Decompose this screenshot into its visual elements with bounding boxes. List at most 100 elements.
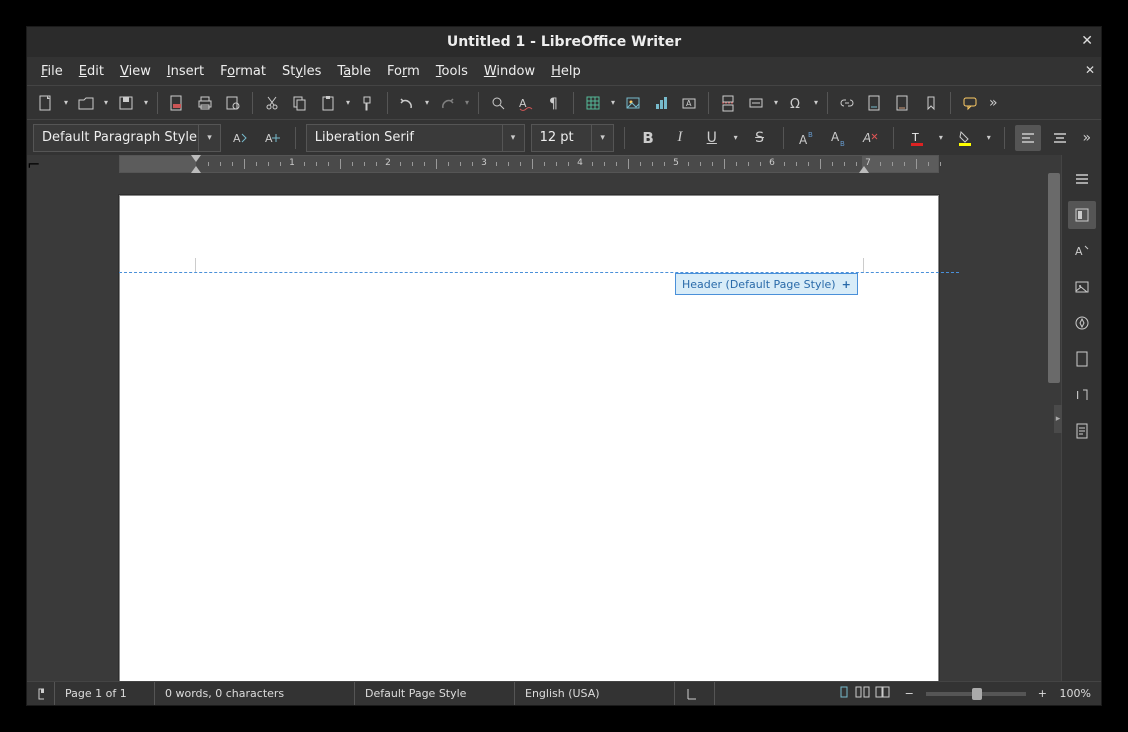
- open-button[interactable]: [73, 90, 99, 116]
- redo-button[interactable]: [434, 90, 460, 116]
- copy-button[interactable]: [287, 90, 313, 116]
- new-button[interactable]: [33, 90, 59, 116]
- sidebar-styles-button[interactable]: A: [1068, 237, 1096, 265]
- bold-button[interactable]: B: [635, 125, 661, 151]
- find-button[interactable]: [485, 90, 511, 116]
- hyperlink-button[interactable]: [834, 90, 860, 116]
- sidebar-page-button[interactable]: [1068, 345, 1096, 373]
- menu-styles[interactable]: Styles: [274, 60, 329, 83]
- horizontal-ruler[interactable]: 1234567: [119, 155, 939, 173]
- endnote-button[interactable]: [890, 90, 916, 116]
- insert-table-dropdown[interactable]: [608, 98, 618, 107]
- clear-format-button[interactable]: A: [857, 125, 883, 151]
- subscript-button[interactable]: AB: [825, 125, 851, 151]
- cut-button[interactable]: [259, 90, 285, 116]
- menu-window[interactable]: Window: [476, 60, 543, 83]
- italic-button[interactable]: I: [667, 125, 693, 151]
- font-name-dropdown[interactable]: [502, 125, 524, 151]
- update-style-button[interactable]: A: [227, 125, 253, 151]
- word-count-label[interactable]: 0 words, 0 characters: [155, 682, 355, 705]
- undo-button[interactable]: [394, 90, 420, 116]
- document-close-button[interactable]: ✕: [1085, 63, 1095, 77]
- page-style-label[interactable]: Default Page Style: [355, 682, 515, 705]
- page-count-label[interactable]: Page 1 of 1: [55, 682, 155, 705]
- menu-help[interactable]: Help: [543, 60, 589, 83]
- multi-page-view-button[interactable]: [855, 685, 871, 702]
- insert-image-button[interactable]: [620, 90, 646, 116]
- menu-insert[interactable]: Insert: [159, 60, 212, 83]
- menu-view[interactable]: View: [112, 60, 159, 83]
- menu-edit[interactable]: Edit: [71, 60, 112, 83]
- save-dropdown[interactable]: [141, 98, 151, 107]
- first-line-indent-marker[interactable]: [191, 155, 201, 162]
- sidebar-expand-handle[interactable]: ▸: [1054, 405, 1062, 433]
- align-center-button[interactable]: [1047, 125, 1073, 151]
- window-close-button[interactable]: ✕: [1081, 33, 1093, 49]
- hanging-indent-marker[interactable]: [191, 166, 201, 173]
- zoom-slider-knob[interactable]: [972, 688, 982, 700]
- insert-field-button[interactable]: [743, 90, 769, 116]
- sidebar-manage-changes-button[interactable]: [1068, 417, 1096, 445]
- zoom-in-button[interactable]: +: [1034, 687, 1051, 700]
- header-tooltip[interactable]: Header (Default Page Style) +: [675, 273, 858, 295]
- font-name-combo[interactable]: Liberation Serif: [306, 124, 525, 152]
- font-size-dropdown[interactable]: [591, 125, 613, 151]
- formatting-marks-button[interactable]: ¶: [541, 90, 567, 116]
- toolbar-overflow-button[interactable]: »: [985, 95, 1002, 111]
- menu-file[interactable]: File: [33, 60, 71, 83]
- clone-format-button[interactable]: [355, 90, 381, 116]
- undo-dropdown[interactable]: [422, 98, 432, 107]
- special-char-button[interactable]: Ω: [783, 90, 809, 116]
- menu-table[interactable]: Table: [329, 60, 379, 83]
- sidebar-properties-button[interactable]: [1068, 201, 1096, 229]
- sidebar-navigator-button[interactable]: [1068, 309, 1096, 337]
- font-color-dropdown[interactable]: [936, 133, 946, 142]
- save-status-icon[interactable]: [27, 682, 55, 705]
- book-view-button[interactable]: [875, 685, 891, 702]
- menu-form[interactable]: Form: [379, 60, 428, 83]
- new-style-button[interactable]: A: [259, 125, 285, 151]
- underline-button[interactable]: U: [699, 125, 725, 151]
- highlight-dropdown[interactable]: [984, 133, 994, 142]
- open-dropdown[interactable]: [101, 98, 111, 107]
- paste-dropdown[interactable]: [343, 98, 353, 107]
- sidebar-menu-button[interactable]: [1068, 165, 1096, 193]
- zoom-out-button[interactable]: −: [901, 687, 918, 700]
- language-label[interactable]: English (USA): [515, 682, 675, 705]
- bookmark-button[interactable]: [918, 90, 944, 116]
- comment-button[interactable]: [957, 90, 983, 116]
- underline-dropdown[interactable]: [731, 133, 741, 142]
- insert-mode-label[interactable]: [675, 682, 715, 705]
- formatting-overflow-button[interactable]: »: [1078, 130, 1095, 146]
- font-size-combo[interactable]: 12 pt: [531, 124, 615, 152]
- menu-format[interactable]: Format: [212, 60, 274, 83]
- sidebar-style-inspector-button[interactable]: I: [1068, 381, 1096, 409]
- font-color-button[interactable]: T: [904, 125, 930, 151]
- print-button[interactable]: [192, 90, 218, 116]
- redo-dropdown[interactable]: [462, 98, 472, 107]
- document-page[interactable]: [119, 195, 939, 681]
- insert-textbox-button[interactable]: A: [676, 90, 702, 116]
- align-left-button[interactable]: [1015, 125, 1041, 151]
- superscript-button[interactable]: AB: [794, 125, 820, 151]
- menu-tools[interactable]: Tools: [428, 60, 476, 83]
- zoom-percent-label[interactable]: 100%: [1051, 682, 1101, 705]
- save-button[interactable]: [113, 90, 139, 116]
- paste-button[interactable]: [315, 90, 341, 116]
- highlight-button[interactable]: [952, 125, 978, 151]
- page-break-button[interactable]: [715, 90, 741, 116]
- sidebar-gallery-button[interactable]: [1068, 273, 1096, 301]
- insert-table-button[interactable]: [580, 90, 606, 116]
- new-dropdown[interactable]: [61, 98, 71, 107]
- insert-field-dropdown[interactable]: [771, 98, 781, 107]
- header-add-icon[interactable]: +: [842, 278, 851, 291]
- paragraph-style-combo[interactable]: Default Paragraph Style: [33, 124, 221, 152]
- footnote-button[interactable]: [862, 90, 888, 116]
- print-preview-button[interactable]: [220, 90, 246, 116]
- scrollbar-thumb[interactable]: [1048, 173, 1060, 383]
- export-pdf-button[interactable]: [164, 90, 190, 116]
- special-char-dropdown[interactable]: [811, 98, 821, 107]
- spellcheck-button[interactable]: A: [513, 90, 539, 116]
- paragraph-style-dropdown[interactable]: [198, 125, 220, 151]
- strikethrough-button[interactable]: S: [747, 125, 773, 151]
